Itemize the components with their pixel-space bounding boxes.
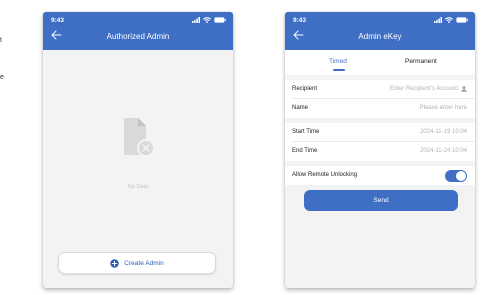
key-type-tabs: Timed Permanent	[285, 50, 475, 75]
status-time: 9:43	[51, 17, 65, 24]
add-circle-icon	[110, 258, 119, 268]
status-icons	[192, 17, 226, 23]
recipient-input[interactable]: Enter Recipient's Account	[390, 86, 467, 92]
remote-unlock-row: Allow Remote Unlocking	[285, 166, 475, 185]
no-data-document-icon	[124, 118, 154, 157]
app-header: 9:43 Admin eKey	[285, 12, 475, 50]
end-time-value[interactable]: 2024-11-24 10:04	[420, 148, 467, 154]
authorized-admin-screen: 9:43 Authorized Admin No Data Create Adm…	[43, 12, 233, 288]
name-label: Name	[292, 105, 309, 111]
edge-text-fragment: t	[0, 37, 2, 44]
empty-state-text: No Data	[127, 184, 149, 190]
recipient-label: Recipient	[292, 86, 318, 92]
name-field[interactable]: Name Please enter here	[285, 99, 475, 118]
toggle-knob	[456, 171, 466, 181]
tab-permanent[interactable]: Permanent	[405, 58, 437, 65]
send-button[interactable]: Send	[304, 190, 458, 211]
signal-icon	[434, 17, 442, 23]
start-time-label: Start Time	[292, 129, 320, 135]
contact-person-icon[interactable]	[461, 86, 467, 92]
signal-icon	[192, 17, 200, 23]
status-icons	[434, 17, 468, 23]
wifi-icon	[445, 17, 453, 23]
end-time-field[interactable]: End Time 2024-11-24 10:04	[285, 142, 475, 161]
tab-timed[interactable]: Timed	[329, 58, 347, 65]
page-title: Admin eKey	[358, 32, 402, 41]
recipient-placeholder: Enter Recipient's Account	[389, 86, 458, 92]
name-input[interactable]: Please enter here	[420, 105, 467, 111]
wifi-icon	[203, 17, 211, 23]
create-admin-button[interactable]: Create Admin	[58, 252, 216, 274]
edge-text-fragment: e	[0, 74, 4, 81]
recipient-field[interactable]: Recipient Enter Recipient's Account	[285, 80, 475, 99]
page-title: Authorized Admin	[106, 32, 170, 41]
start-time-field[interactable]: Start Time 2024-11-19 10:04	[285, 123, 475, 142]
end-time-label: End Time	[292, 148, 318, 154]
active-tab-indicator	[333, 69, 345, 71]
battery-icon	[456, 17, 468, 23]
start-time-value[interactable]: 2024-11-19 10:04	[420, 129, 467, 135]
remote-unlock-label: Allow Remote Unlocking	[292, 172, 358, 178]
app-header: 9:43 Authorized Admin	[43, 12, 233, 50]
create-admin-label: Create Admin	[124, 259, 164, 267]
admin-ekey-screen: 9:43 Admin eKey Timed Permanent Recipien…	[285, 12, 475, 288]
battery-icon	[214, 17, 226, 23]
status-time: 9:43	[293, 17, 307, 24]
remote-unlock-toggle[interactable]	[445, 170, 467, 182]
screenshot-canvas: t e 9:43 Authorized Admin No Data Create…	[0, 0, 488, 295]
